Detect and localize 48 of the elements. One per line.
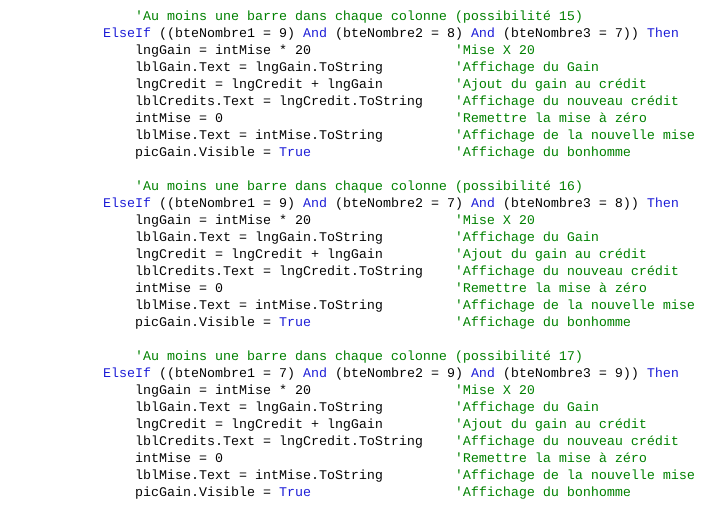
- code-comment: 'Affichage du nouveau crédit: [454, 94, 679, 111]
- code-statement: lngGain = intMise * 20: [134, 213, 312, 230]
- code-statement: lblGain.Text = lngGain.ToString: [134, 400, 384, 417]
- code-comment: 'Mise X 20: [454, 383, 535, 400]
- code-statement: lblMise.Text = intMise.ToString: [134, 468, 384, 485]
- code-statement: lngCredit = lngCredit + lngGain: [134, 77, 384, 94]
- code-statement: intMise = 0: [134, 281, 224, 298]
- code-comment: 'Affichage de la nouvelle mise: [454, 128, 695, 145]
- code-statement: lngGain = intMise * 20: [134, 43, 312, 60]
- code-statement: intMise = 0: [134, 111, 224, 128]
- code-statement: lblMise.Text = intMise.ToString: [134, 298, 384, 315]
- code-statement: ElseIf ((bteNombre1 = 9) And (bteNombre2 = 7) And (bteNombre3 = 8)) Then: [103, 196, 679, 213]
- code-statement: ElseIf ((bteNombre1 = 9) And (bteNombre2 = 8) And (bteNombre3 = 7)) Then: [103, 26, 679, 43]
- code-comment: 'Au moins une barre dans chaque colonne (possibilité 17): [134, 349, 583, 366]
- code-statement: lblCredits.Text = lngCredit.ToString: [134, 434, 424, 451]
- code-comment: 'Affichage du bonhomme: [454, 315, 631, 332]
- code-comment: 'Affichage du nouveau crédit: [454, 264, 679, 281]
- code-comment: 'Ajout du gain au crédit: [454, 247, 647, 264]
- code-comment: 'Ajout du gain au crédit: [454, 417, 647, 434]
- code-comment: 'Affichage de la nouvelle mise: [454, 468, 695, 485]
- code-comment: 'Remettre la mise à zéro: [454, 451, 647, 468]
- code-comment: 'Au moins une barre dans chaque colonne (possibilité 15): [134, 9, 583, 26]
- code-comment: 'Mise X 20: [454, 43, 535, 60]
- code-comment: 'Mise X 20: [454, 213, 535, 230]
- code-statement: picGain.Visible = True: [134, 145, 312, 162]
- code-comment: 'Affichage du Gain: [454, 60, 599, 77]
- code-comment: 'Affichage du bonhomme: [454, 145, 631, 162]
- code-statement: ElseIf ((bteNombre1 = 7) And (bteNombre2 = 9) And (bteNombre3 = 9)) Then: [103, 366, 679, 383]
- code-statement: lblMise.Text = intMise.ToString: [134, 128, 384, 145]
- code-statement: lblCredits.Text = lngCredit.ToString: [134, 264, 424, 281]
- code-comment: 'Affichage du Gain: [454, 230, 599, 247]
- code-comment: 'Remettre la mise à zéro: [454, 111, 647, 128]
- code-statement: lblGain.Text = lngGain.ToString: [134, 60, 384, 77]
- code-comment: 'Affichage de la nouvelle mise: [454, 298, 695, 315]
- code-statement: lngGain = intMise * 20: [134, 383, 312, 400]
- code-statement: lngCredit = lngCredit + lngGain: [134, 417, 384, 434]
- code-comment: 'Remettre la mise à zéro: [454, 281, 647, 298]
- code-comment: 'Affichage du Gain: [454, 400, 599, 417]
- code-comment: 'Au moins une barre dans chaque colonne (possibilité 16): [134, 179, 583, 196]
- code-statement: lblGain.Text = lngGain.ToString: [134, 230, 384, 247]
- code-statement: picGain.Visible = True: [134, 315, 312, 332]
- code-comment: 'Affichage du bonhomme: [454, 485, 631, 502]
- code-comment: 'Ajout du gain au crédit: [454, 77, 647, 94]
- code-statement: lblCredits.Text = lngCredit.ToString: [134, 94, 424, 111]
- code-comment: 'Affichage du nouveau crédit: [454, 434, 679, 451]
- code-statement: lngCredit = lngCredit + lngGain: [134, 247, 384, 264]
- code-statement: intMise = 0: [134, 451, 224, 468]
- code-statement: picGain.Visible = True: [134, 485, 312, 502]
